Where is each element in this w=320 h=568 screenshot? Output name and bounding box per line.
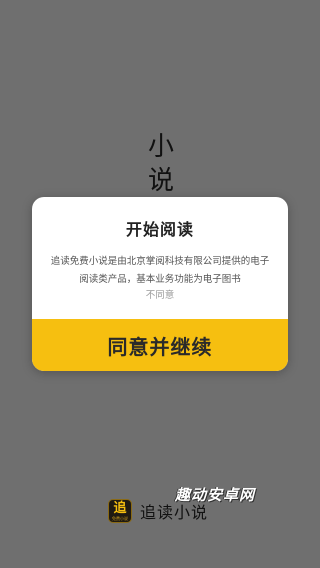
splash-title-char-2: 说 bbox=[147, 166, 174, 196]
splash-title-char-1: 小 bbox=[147, 132, 174, 162]
agree-continue-button[interactable]: 同意并继续 bbox=[32, 319, 288, 371]
privacy-dialog: 开始阅读 追读免费小说是由北京掌阅科技有限公司提供的电子阅读类产品，基本业务功能… bbox=[32, 197, 288, 371]
disagree-button[interactable]: 不同意 bbox=[32, 289, 288, 303]
dialog-body-text: 追读免费小说是由北京掌阅科技有限公司提供的电子阅读类产品，基本业务功能为电子图书 bbox=[50, 256, 270, 285]
app-logo-icon: 追 免费小说 bbox=[108, 499, 132, 523]
app-brand: 追 免费小说 追读小说 bbox=[108, 498, 208, 524]
logo-glyph: 追 bbox=[113, 501, 127, 516]
splash-screen: 小 说 开始阅读 追读免费小说是由北京掌阅科技有限公司提供的电子阅读类产品，基本… bbox=[0, 0, 320, 568]
logo-subtext: 免费小说 bbox=[112, 516, 128, 521]
dialog-title: 开始阅读 bbox=[125, 220, 194, 239]
splash-title: 小 说 bbox=[144, 130, 178, 198]
app-name: 追读小说 bbox=[140, 503, 209, 522]
